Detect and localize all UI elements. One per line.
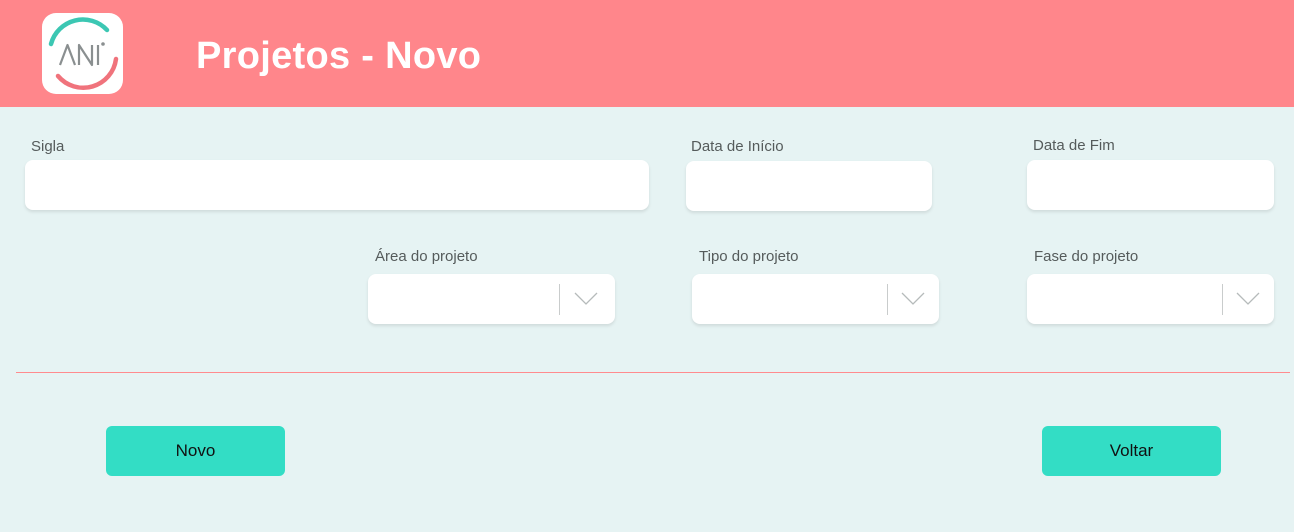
area-projeto-select[interactable]	[368, 274, 615, 324]
data-inicio-field[interactable]	[686, 161, 932, 211]
section-divider	[16, 372, 1290, 373]
page-title: Projetos - Novo	[196, 35, 482, 77]
novo-button[interactable]: Novo	[106, 426, 285, 476]
chevron-down-icon	[574, 292, 598, 305]
data-inicio-label: Data de Início	[691, 138, 784, 155]
app-header: Projetos - Novo	[0, 0, 1294, 107]
sigla-label: Sigla	[31, 138, 65, 155]
area-projeto-label: Área do projeto	[375, 248, 478, 265]
select-divider	[1222, 284, 1223, 315]
data-fim-field[interactable]	[1027, 160, 1274, 210]
select-divider	[887, 284, 888, 315]
tipo-projeto-label: Tipo do projeto	[699, 248, 799, 265]
fase-projeto-label: Fase do projeto	[1034, 248, 1139, 265]
data-fim-label: Data de Fim	[1033, 137, 1115, 154]
chevron-down-icon	[1236, 292, 1260, 305]
tipo-projeto-select[interactable]	[692, 274, 939, 324]
ani-logo-icon	[48, 17, 119, 91]
ani-logo	[42, 13, 123, 94]
chevron-down-icon	[901, 292, 925, 305]
voltar-button[interactable]: Voltar	[1042, 426, 1221, 476]
sigla-field[interactable]	[25, 160, 649, 210]
fase-projeto-select[interactable]	[1027, 274, 1274, 324]
select-divider	[559, 284, 560, 315]
